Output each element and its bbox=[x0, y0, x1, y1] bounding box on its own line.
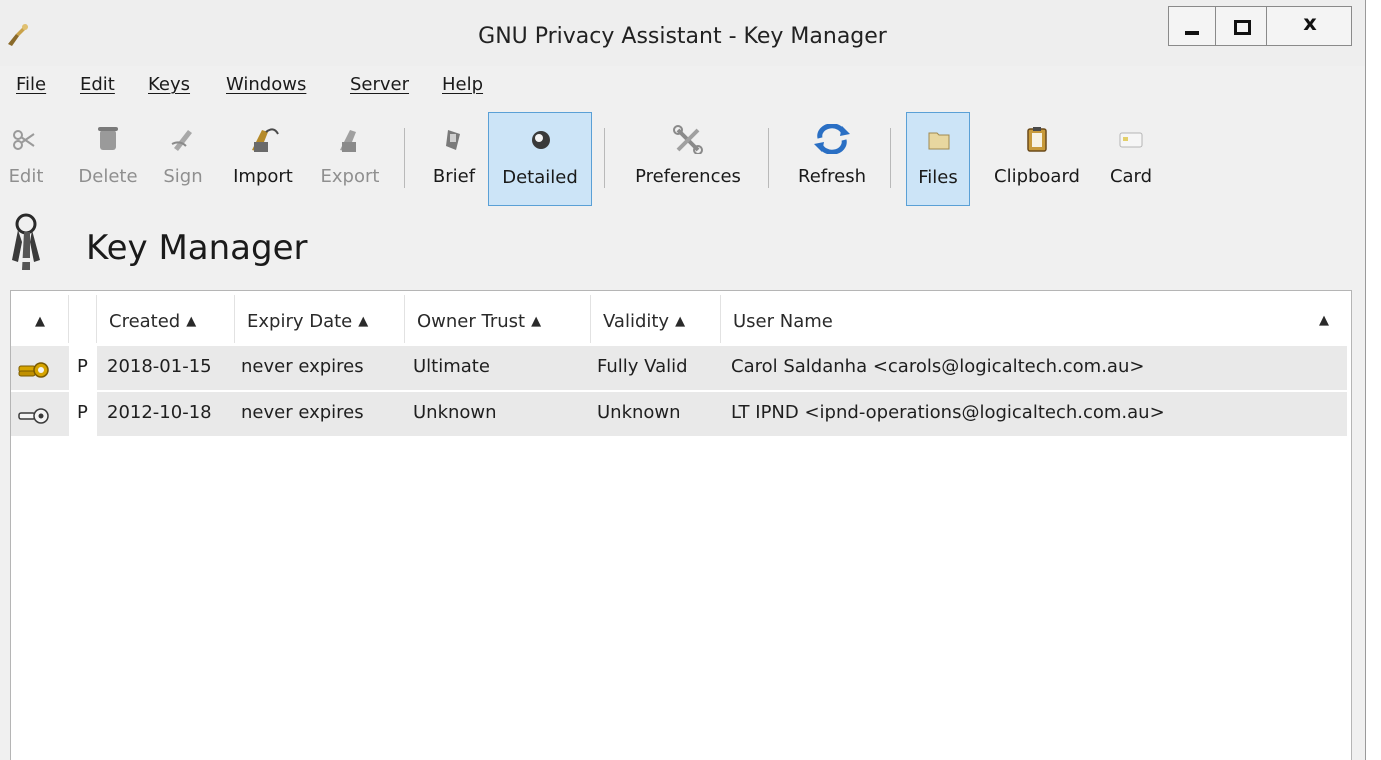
preferences-icon bbox=[673, 125, 703, 154]
edit-button[interactable]: Edit bbox=[4, 112, 48, 206]
folder-icon bbox=[928, 132, 950, 150]
sort-arrow-icon: ▲ bbox=[531, 314, 542, 329]
sign-pen-icon bbox=[171, 130, 192, 151]
brief-view-icon bbox=[446, 130, 460, 150]
keypair-icon bbox=[18, 362, 49, 378]
user-name: LT IPND <ipnd-operations@logicaltech.com… bbox=[731, 402, 1165, 423]
user-name: Carol Saldanha <carols@logicaltech.com.a… bbox=[731, 356, 1145, 377]
brief-label: Brief bbox=[432, 166, 476, 187]
export-label: Export bbox=[320, 166, 380, 187]
toolbar-separator bbox=[768, 128, 769, 188]
sign-button[interactable]: Sign bbox=[154, 112, 212, 206]
key-list-header: ▲ Created ▲ Expiry Date ▲ Owner Trust ▲ Val… bbox=[11, 291, 1351, 343]
column-header-owner-trust[interactable]: Owner Trust ▲ bbox=[405, 295, 591, 343]
preferences-label: Preferences bbox=[635, 166, 741, 187]
export-button[interactable]: Export bbox=[312, 112, 388, 206]
menu-file[interactable]: File bbox=[16, 74, 46, 95]
column-header-label: Owner Trust bbox=[417, 311, 526, 332]
column-header-created[interactable]: Created ▲ bbox=[97, 295, 235, 343]
sort-arrow-icon: ▲ bbox=[1319, 313, 1329, 328]
menu-server[interactable]: Server bbox=[350, 74, 409, 95]
sort-arrow-icon: ▲ bbox=[35, 314, 45, 329]
created-date: 2018-01-15 bbox=[107, 356, 212, 377]
key-list[interactable]: ▲ Created ▲ Expiry Date ▲ Owner Trust ▲ Val… bbox=[10, 290, 1352, 760]
validity: Fully Valid bbox=[597, 356, 688, 377]
detailed-view-icon bbox=[532, 131, 550, 149]
brief-button[interactable]: Brief bbox=[426, 112, 482, 206]
public-key-icon bbox=[18, 408, 49, 424]
files-button[interactable]: Files bbox=[906, 112, 970, 206]
window-title: GNU Privacy Assistant - Key Manager bbox=[478, 24, 887, 49]
card-button[interactable]: Card bbox=[1100, 112, 1162, 206]
key-manager-window: GNU Privacy Assistant - Key Manager x Fi… bbox=[0, 0, 1366, 760]
validity: Unknown bbox=[597, 402, 681, 423]
sort-arrow-icon: ▲ bbox=[358, 314, 369, 329]
minimize-icon bbox=[1185, 31, 1199, 35]
menu-keys[interactable]: Keys bbox=[148, 74, 190, 95]
sort-arrow-icon: ▲ bbox=[675, 314, 686, 329]
delete-button[interactable]: Delete bbox=[68, 112, 148, 206]
toolbar-separator bbox=[890, 128, 891, 188]
clipboard-icon bbox=[1027, 127, 1047, 152]
menu-windows[interactable]: Windows bbox=[226, 74, 306, 95]
key-type: P bbox=[77, 356, 88, 377]
column-header-user-name[interactable]: User Name ▲ bbox=[721, 295, 1347, 343]
sign-label: Sign bbox=[163, 166, 203, 187]
column-header-type[interactable] bbox=[69, 295, 97, 343]
files-label: Files bbox=[918, 167, 958, 188]
delete-label: Delete bbox=[78, 166, 138, 187]
maximize-icon bbox=[1234, 20, 1251, 35]
clipboard-label: Clipboard bbox=[994, 166, 1080, 187]
sort-arrow-icon: ▲ bbox=[186, 314, 197, 329]
created-date: 2012-10-18 bbox=[107, 402, 212, 423]
refresh-icon bbox=[814, 124, 850, 154]
close-button[interactable]: x bbox=[1266, 6, 1352, 46]
column-header-label: User Name bbox=[733, 311, 833, 332]
menu-help[interactable]: Help bbox=[442, 74, 483, 95]
table-row[interactable]: P 2018-01-15 never expires Ultimate Full… bbox=[11, 346, 1347, 390]
toolbar-separator bbox=[604, 128, 605, 188]
import-icon bbox=[252, 128, 279, 152]
table-row[interactable]: P 2012-10-18 never expires Unknown Unkno… bbox=[11, 392, 1347, 436]
expiry-date: never expires bbox=[241, 356, 364, 377]
page-title: Key Manager bbox=[86, 228, 308, 268]
edit-scissors-icon bbox=[13, 130, 35, 150]
column-header-validity[interactable]: Validity ▲ bbox=[591, 295, 721, 343]
import-label: Import bbox=[233, 166, 293, 187]
expiry-date: never expires bbox=[241, 402, 364, 423]
keyring-icon bbox=[12, 213, 40, 270]
refresh-button[interactable]: Refresh bbox=[786, 112, 878, 206]
clipboard-button[interactable]: Clipboard bbox=[978, 112, 1096, 206]
owner-trust: Unknown bbox=[413, 402, 497, 423]
toolbar: Edit Delete Sign Import Export Brief Det… bbox=[0, 108, 1365, 208]
export-icon bbox=[340, 130, 356, 152]
title-bar[interactable]: GNU Privacy Assistant - Key Manager x bbox=[0, 0, 1365, 66]
column-header-label: Validity bbox=[603, 311, 670, 332]
minimize-button[interactable] bbox=[1168, 6, 1216, 46]
column-header-expiry-date[interactable]: Expiry Date ▲ bbox=[235, 295, 405, 343]
menu-edit[interactable]: Edit bbox=[80, 74, 115, 95]
column-header-icon[interactable]: ▲ bbox=[11, 295, 69, 343]
smartcard-icon bbox=[1119, 132, 1143, 148]
close-icon: x bbox=[1303, 11, 1317, 35]
edit-label: Edit bbox=[8, 166, 44, 187]
column-header-label: Created bbox=[109, 311, 181, 332]
maximize-button[interactable] bbox=[1215, 6, 1267, 46]
trash-icon bbox=[98, 127, 118, 150]
detailed-button[interactable]: Detailed bbox=[488, 112, 592, 206]
detailed-label: Detailed bbox=[502, 167, 578, 188]
toolbar-separator bbox=[404, 128, 405, 188]
column-header-label: Expiry Date bbox=[247, 311, 353, 332]
preferences-button[interactable]: Preferences bbox=[622, 112, 754, 206]
owner-trust: Ultimate bbox=[413, 356, 490, 377]
card-label: Card bbox=[1109, 166, 1153, 187]
refresh-label: Refresh bbox=[798, 166, 866, 187]
import-button[interactable]: Import bbox=[222, 112, 304, 206]
key-type: P bbox=[77, 402, 88, 423]
